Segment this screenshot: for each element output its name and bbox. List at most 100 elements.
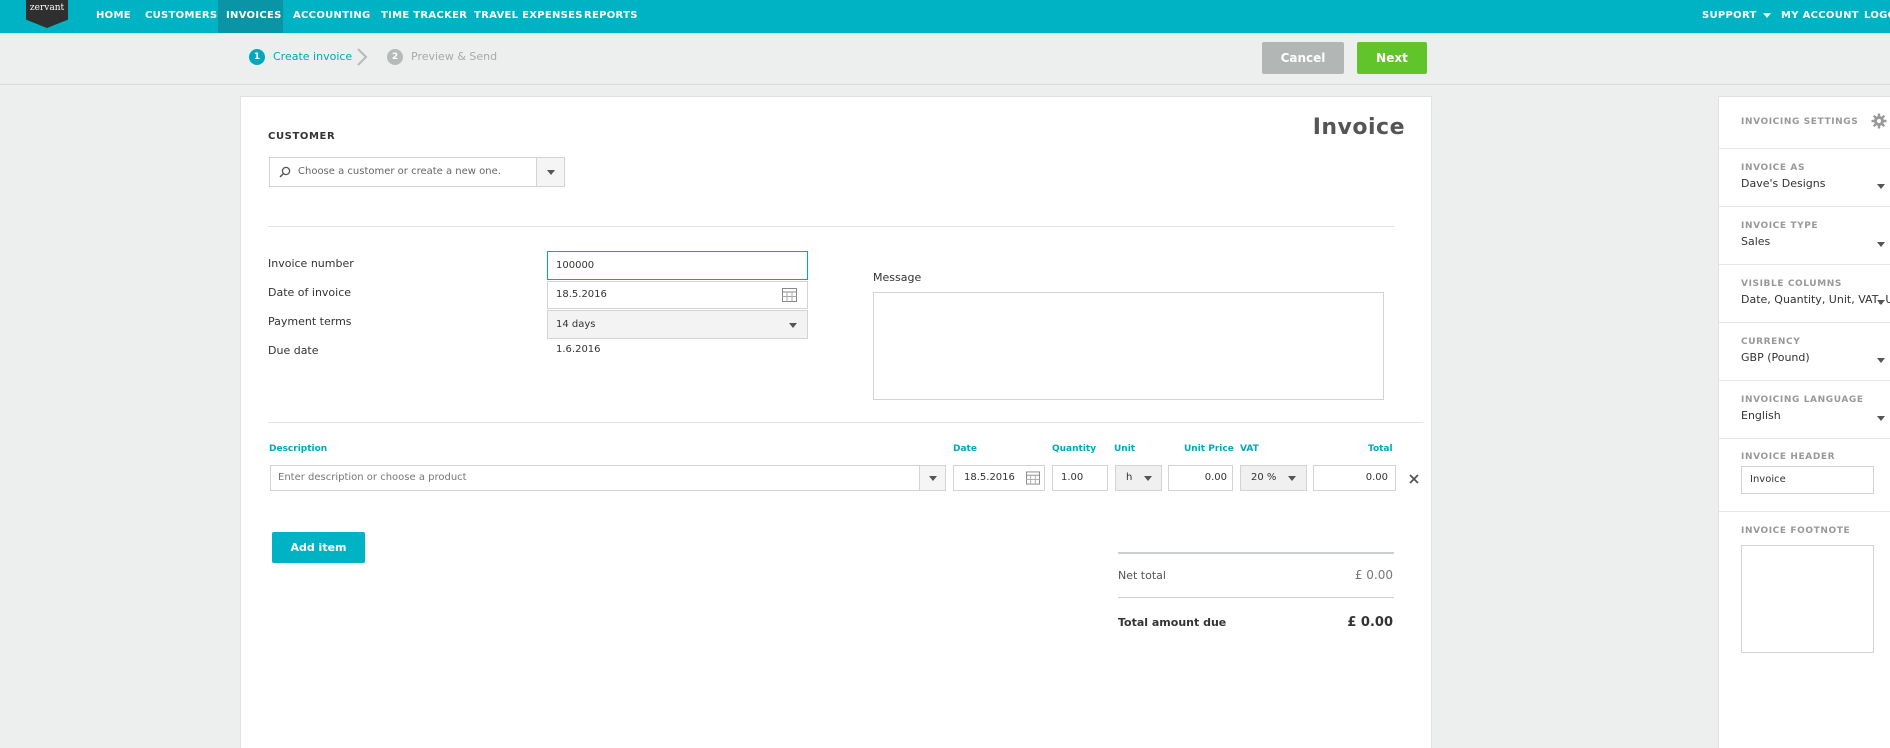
total-amount-due-label: Total amount due [1118, 616, 1227, 629]
step-preview-send[interactable]: 2 Preview & Send [387, 49, 497, 65]
invoice-as-select[interactable]: Dave's Designs [1741, 177, 1825, 190]
payment-terms-label: Payment terms [268, 315, 352, 328]
divider [268, 422, 1423, 423]
totals-divider [1118, 552, 1394, 554]
col-quantity: Quantity [1052, 444, 1097, 454]
invoice-footnote-textarea[interactable] [1741, 545, 1874, 653]
customer-dropdown-toggle[interactable] [536, 158, 564, 186]
nav-travel-expenses[interactable]: TRAVEL EXPENSES [466, 0, 591, 33]
net-total-label: Net total [1118, 569, 1166, 582]
invoice-header-input[interactable]: Invoice [1741, 466, 1874, 494]
item-date-value: 18.5.2016 [964, 472, 1015, 483]
customer-label: CUSTOMER [268, 131, 336, 142]
zervant-logo[interactable]: zervant [26, 0, 68, 28]
chevron-down-icon [1762, 12, 1771, 18]
message-label: Message [873, 271, 922, 284]
totals-divider [1118, 597, 1394, 598]
invoicing-settings-panel: INVOICING SETTINGS INVOICE AS Dave's Des… [1718, 96, 1890, 748]
total-amount-due-value: £ 0.00 [1347, 615, 1393, 630]
item-vat-value: 20 % [1251, 472, 1277, 483]
nav-support[interactable]: SUPPORT [1694, 0, 1779, 33]
panel-divider [1719, 511, 1890, 512]
invoicing-language-label: INVOICING LANGUAGE [1741, 395, 1864, 405]
item-description-placeholder: Enter description or choose a product [278, 472, 467, 483]
item-unit-value: h [1126, 472, 1133, 483]
nav-support-label: SUPPORT [1702, 10, 1757, 21]
nav-my-account[interactable]: MY ACCOUNT [1773, 0, 1867, 33]
currency-select[interactable]: GBP (Pound) [1741, 351, 1810, 364]
invoice-header-label: INVOICE HEADER [1741, 452, 1836, 462]
nav-accounting[interactable]: ACCOUNTING [285, 0, 379, 33]
nav-home[interactable]: HOME [88, 0, 139, 33]
chevron-down-icon [929, 476, 937, 481]
visible-columns-label: VISIBLE COLUMNS [1741, 279, 1842, 289]
visible-columns-select[interactable]: Date, Quantity, Unit, VAT, U [1741, 293, 1890, 306]
invoice-number-input[interactable]: 100000 [547, 251, 808, 280]
due-date-label: Due date [268, 344, 319, 357]
nav-logout[interactable]: LOGO [1856, 0, 1890, 33]
net-total-value: £ 0.00 [1354, 568, 1393, 582]
invoice-date-input[interactable]: 18.5.2016 [547, 281, 808, 309]
col-unit: Unit [1114, 444, 1136, 454]
nav-invoices[interactable]: INVOICES [218, 0, 283, 33]
invoice-as-label: INVOICE AS [1741, 163, 1806, 173]
panel-divider [1719, 438, 1890, 439]
search-icon [279, 166, 291, 178]
panel-divider [1719, 206, 1890, 207]
payment-terms-select[interactable]: 14 days [547, 310, 808, 339]
product-dropdown-toggle[interactable] [919, 466, 945, 490]
col-description: Description [269, 444, 328, 454]
nav-time-tracker[interactable]: TIME TRACKER [373, 0, 475, 33]
invoice-type-select[interactable]: Sales [1741, 235, 1770, 248]
panel-divider [1719, 322, 1890, 323]
item-vat-select[interactable]: 20 % [1240, 465, 1307, 491]
chevron-down-icon[interactable] [1877, 358, 1885, 363]
invoice-card: CUSTOMER Invoice Choose a customer or cr… [240, 96, 1432, 748]
item-unit-select[interactable]: h [1115, 465, 1162, 491]
invoice-title: Invoice [1312, 115, 1405, 140]
chevron-down-icon[interactable] [1877, 184, 1885, 189]
nav-customers[interactable]: CUSTOMERS [137, 0, 225, 33]
invoice-type-label: INVOICE TYPE [1741, 221, 1819, 231]
cancel-button[interactable]: Cancel [1262, 42, 1344, 74]
nav-reports[interactable]: REPORTS [576, 0, 646, 33]
col-total: Total [1368, 444, 1393, 454]
customer-placeholder: Choose a customer or create a new one. [298, 166, 501, 177]
invoice-number-label: Invoice number [268, 257, 354, 270]
item-quantity-input[interactable]: 1.00 [1052, 465, 1108, 491]
item-description-input[interactable]: Enter description or choose a product [270, 465, 946, 491]
item-total-value: 0.00 [1313, 465, 1396, 491]
chevron-right-icon [357, 48, 368, 66]
due-date-value: 1.6.2016 [556, 344, 601, 355]
payment-terms-value: 14 days [556, 319, 596, 330]
step-create-invoice[interactable]: 1 Create invoice [249, 49, 352, 65]
remove-item-icon[interactable] [1409, 474, 1419, 484]
top-navigation: zervant HOME CUSTOMERS INVOICES ACCOUNTI… [0, 0, 1890, 33]
col-date: Date [953, 444, 977, 454]
chevron-down-icon[interactable] [1877, 300, 1885, 305]
date-of-invoice-label: Date of invoice [268, 286, 352, 299]
gear-icon[interactable] [1871, 113, 1887, 129]
chevron-down-icon [547, 170, 555, 175]
item-date-input[interactable]: 18.5.2016 [953, 465, 1045, 491]
chevron-down-icon[interactable] [1877, 242, 1885, 247]
step-number: 2 [387, 49, 403, 65]
chevron-down-icon[interactable] [1877, 416, 1885, 421]
item-unit-price-input[interactable]: 0.00 [1168, 465, 1233, 491]
add-item-button[interactable]: Add item [272, 532, 365, 563]
panel-divider [1719, 380, 1890, 381]
col-vat: VAT [1240, 444, 1259, 454]
invoicing-language-select[interactable]: English [1741, 409, 1781, 422]
panel-divider [1719, 148, 1890, 149]
invoice-footnote-label: INVOICE FOOTNOTE [1741, 526, 1851, 536]
calendar-icon[interactable] [1026, 471, 1040, 485]
chevron-down-icon [789, 323, 797, 328]
next-button[interactable]: Next [1357, 42, 1427, 74]
col-unit-price: Unit Price [1184, 444, 1234, 454]
customer-select[interactable]: Choose a customer or create a new one. [269, 157, 565, 187]
currency-label: CURRENCY [1741, 337, 1801, 347]
step-label: Preview & Send [411, 50, 498, 63]
chevron-down-icon [1288, 476, 1296, 481]
message-textarea[interactable] [873, 292, 1384, 400]
calendar-icon[interactable] [782, 288, 797, 302]
